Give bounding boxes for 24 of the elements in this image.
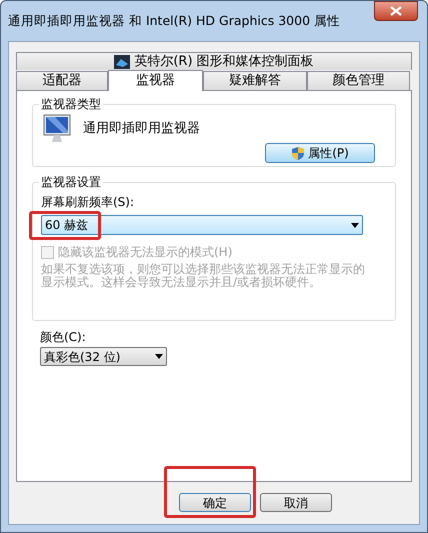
dialog-button[interactable]: 确定 <box>179 493 251 512</box>
color-dropdown[interactable]: 真彩色(32 位) <box>40 347 167 366</box>
monitor-icon <box>41 113 73 145</box>
refresh-rate-dropdown[interactable]: 60 赫兹 <box>41 215 363 235</box>
dropdown-arrow-icon <box>155 354 163 359</box>
close-icon <box>390 6 402 16</box>
group-title: 监视器设置 <box>39 174 103 190</box>
tab[interactable]: 疑难解答 <box>203 71 307 90</box>
dropdown-arrow-icon <box>351 222 359 228</box>
dialog-button[interactable]: 取消 <box>260 493 332 512</box>
close-button[interactable] <box>374 1 418 21</box>
group-title: 监视器类型 <box>39 96 103 112</box>
tab[interactable]: 监视器 <box>108 70 203 91</box>
window-title: 通用即插即用监视器 和 Intel(R) HD Graphics 3000 属性 <box>8 12 340 30</box>
checkbox-label: 隐藏该监视器无法显示的模式(H) <box>58 244 232 261</box>
field-label: 颜色(C): <box>40 329 87 345</box>
field-label: 屏幕刷新频率(S): <box>41 195 134 209</box>
graphics-icon <box>114 54 130 68</box>
hint-text: 如果不复选该项，则您可以选择那些该监视器无法正常显示的显示模式。这样会导致无法显示并且/或者损坏硬件。 <box>41 263 366 289</box>
monitor-name: 通用即插即用监视器 <box>83 120 200 138</box>
properties-button[interactable]: 属性(P) <box>265 143 375 163</box>
tab[interactable]: 颜色管理 <box>307 71 410 90</box>
shield-icon <box>291 146 306 160</box>
tab[interactable]: 适配器 <box>16 71 108 90</box>
